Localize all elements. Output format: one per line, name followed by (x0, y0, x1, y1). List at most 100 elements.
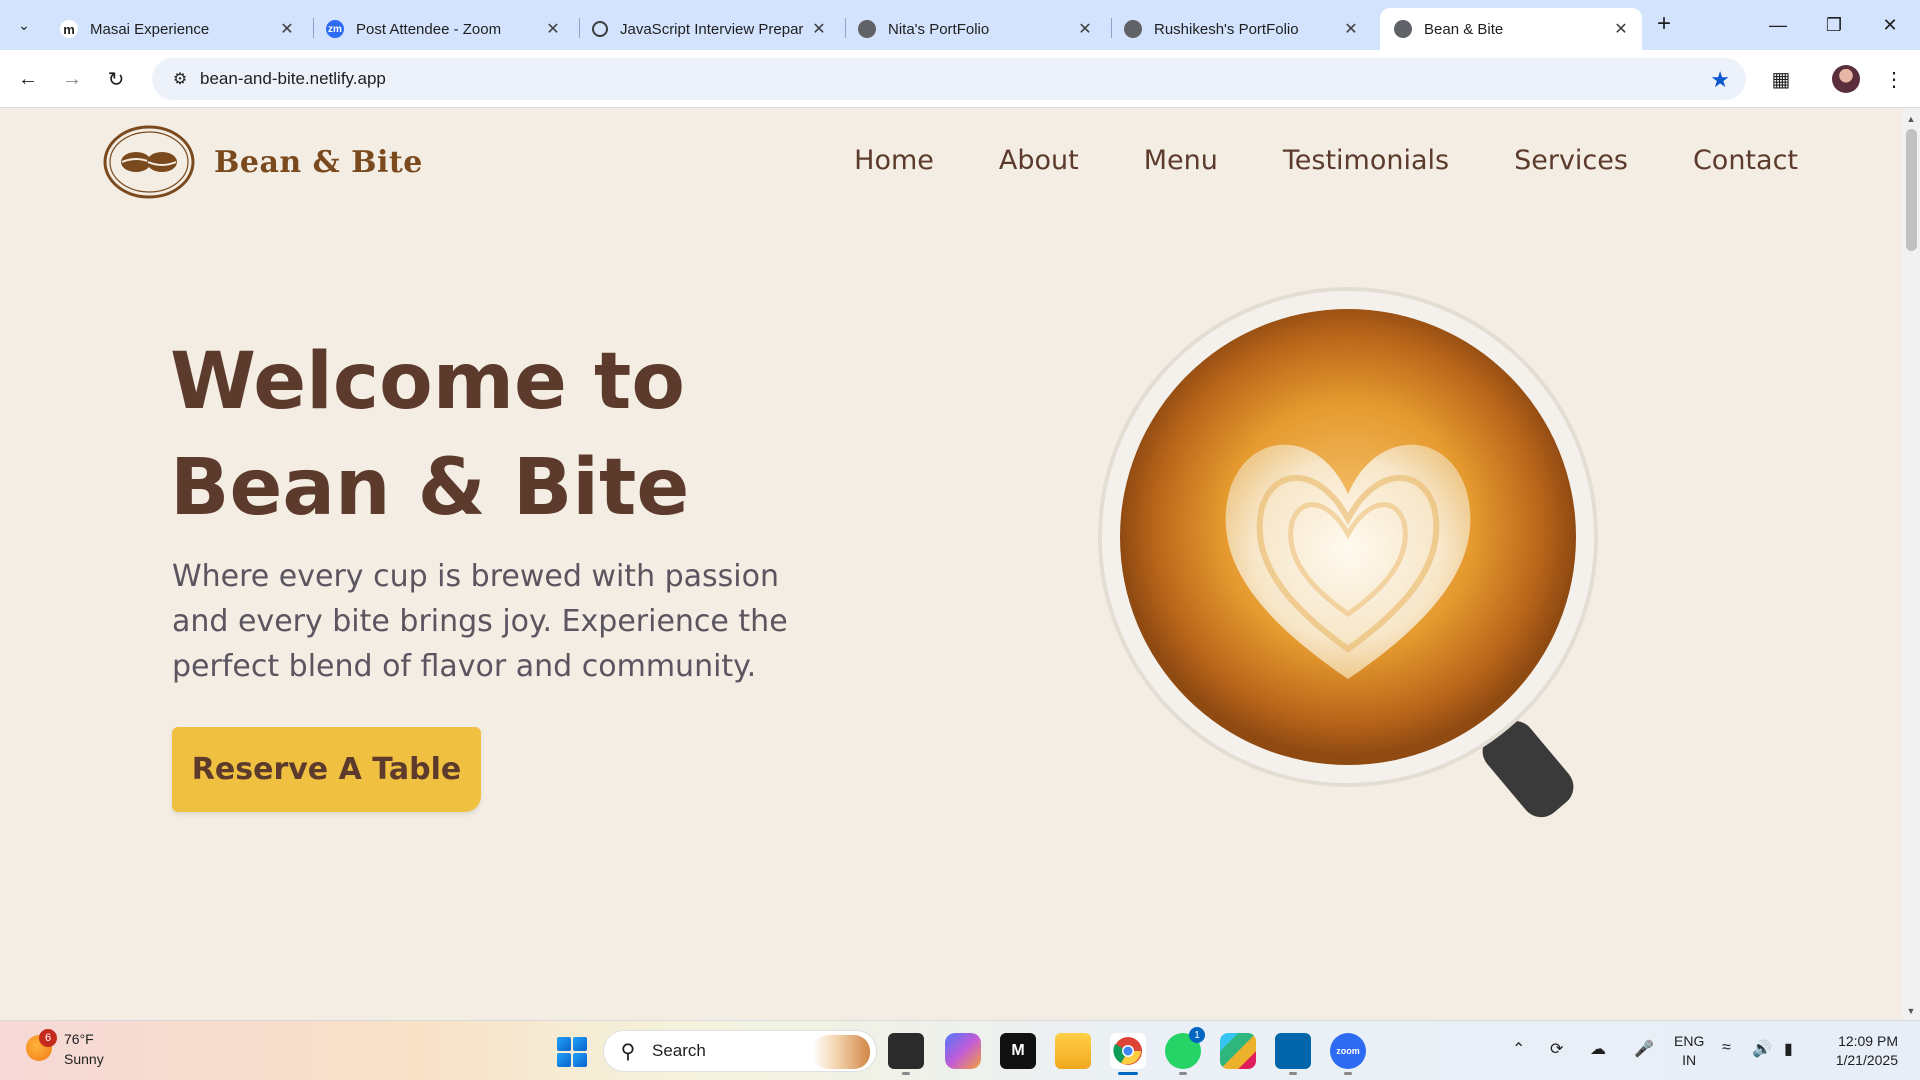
tab-javascript[interactable]: JavaScript Interview Prepar ✕ (578, 8, 840, 50)
folder-icon[interactable] (1055, 1033, 1091, 1069)
tab-title: Rushikesh's PortFolio (1154, 20, 1299, 38)
slack-icon[interactable] (1220, 1033, 1256, 1069)
more-vert-icon: ⋮ (1884, 68, 1904, 91)
scroll-up-arrow-icon[interactable]: ▲ (1902, 111, 1920, 127)
reload-icon: ↻ (107, 68, 125, 91)
weather-temp[interactable]: 76°F (64, 1031, 94, 1047)
web-page: Bean & Bite Home About Menu Testimonials… (0, 109, 1902, 1021)
tab-strip: ⌄ m Masai Experience ✕ zm Post Attendee … (0, 0, 1920, 50)
windows-logo-icon (557, 1037, 571, 1051)
volume-icon[interactable]: 🔊 (1752, 1039, 1772, 1059)
nav-menu[interactable]: Menu (1144, 145, 1218, 176)
sync-icon[interactable]: ⟳ (1550, 1039, 1563, 1059)
main-nav: Home About Menu Testimonials Services Co… (789, 145, 1798, 176)
address-bar[interactable]: ⚙ bean-and-bite.netlify.app ★ (152, 58, 1746, 100)
zoom-favicon-icon: zm (326, 20, 344, 38)
site-settings-icon[interactable]: ⚙ (160, 69, 200, 89)
zoom-icon[interactable]: zoom (1330, 1033, 1366, 1075)
weather-badge: 6 (39, 1029, 57, 1047)
windows-logo-icon (557, 1053, 571, 1067)
close-icon[interactable]: ✕ (1076, 20, 1094, 38)
tab-title: Bean & Bite (1424, 20, 1504, 38)
browser-toolbar: ← → ↻ ⚙ bean-and-bite.netlify.app ★ ▦ ⋮ (0, 50, 1920, 108)
wifi-icon[interactable]: ≈ (1722, 1039, 1731, 1057)
search-highlight-image (812, 1035, 870, 1069)
weather-condition[interactable]: Sunny (64, 1051, 104, 1067)
taskbar-search[interactable]: ⚲ Search (603, 1030, 877, 1072)
vscode-icon[interactable] (1275, 1033, 1311, 1075)
tab-bean-and-bite[interactable]: Bean & Bite ✕ (1380, 8, 1642, 50)
onedrive-cloud-icon[interactable]: ☁ (1590, 1039, 1606, 1059)
page-scrollbar[interactable]: ▲ ▼ (1902, 109, 1920, 1021)
windows-logo-icon (573, 1037, 587, 1051)
minimize-button[interactable]: — (1750, 0, 1806, 50)
openai-icon (592, 21, 608, 37)
clock-time: 12:09 PM (1838, 1033, 1898, 1049)
close-icon: ✕ (1882, 14, 1898, 35)
close-window-button[interactable]: ✕ (1862, 0, 1918, 50)
tab-masai[interactable]: m Masai Experience ✕ (46, 8, 308, 50)
nav-testimonials[interactable]: Testimonials (1283, 145, 1449, 176)
scroll-down-arrow-icon[interactable]: ▼ (1902, 1003, 1920, 1019)
tab-rushikesh-portfolio[interactable]: Rushikesh's PortFolio ✕ (1110, 8, 1372, 50)
clock-date: 1/21/2025 (1835, 1052, 1898, 1068)
brand-name[interactable]: Bean & Bite (214, 145, 423, 180)
windows-taskbar: 6 76°F Sunny ⚲ Search M 1 zoom ⌃ ⟳ ☁ 🎤 E… (0, 1020, 1920, 1080)
masai-favicon-icon: m (60, 20, 78, 38)
restore-button[interactable]: ❐ (1806, 0, 1862, 50)
new-tab-button[interactable]: + (1650, 10, 1678, 38)
url-text[interactable]: bean-and-bite.netlify.app (200, 69, 386, 89)
nav-services[interactable]: Services (1514, 145, 1628, 176)
plus-icon: + (1656, 10, 1671, 37)
masai-icon[interactable]: M (1000, 1033, 1036, 1069)
arrow-right-icon: → (62, 67, 82, 90)
minimize-icon: — (1769, 14, 1787, 35)
language-indicator[interactable]: ENG IN (1674, 1032, 1704, 1070)
close-icon[interactable]: ✕ (810, 20, 828, 38)
reload-button[interactable]: ↻ (100, 63, 132, 95)
bookmark-star-icon[interactable]: ★ (1710, 67, 1730, 93)
globe-icon (1124, 20, 1142, 38)
close-icon[interactable]: ✕ (1612, 20, 1630, 38)
hero-title: Welcome to Bean & Bite (170, 329, 870, 541)
chrome-icon[interactable] (1110, 1033, 1146, 1075)
start-button[interactable] (557, 1037, 587, 1067)
coffee-bean-logo-icon[interactable] (102, 124, 196, 200)
clock[interactable]: 12:09 PM 1/21/2025 (1836, 1032, 1898, 1070)
profile-button[interactable] (1830, 63, 1862, 95)
chevron-up-icon[interactable]: ⌃ (1512, 1039, 1525, 1059)
puzzle-icon: ▦ (1771, 68, 1791, 91)
tab-search-button[interactable]: ⌄ (8, 9, 40, 41)
copilot-icon[interactable] (945, 1033, 981, 1069)
tab-nita-portfolio[interactable]: Nita's PortFolio ✕ (844, 8, 1106, 50)
search-label: Search (652, 1041, 706, 1060)
close-icon[interactable]: ✕ (1342, 20, 1360, 38)
reserve-table-button[interactable]: Reserve A Table (172, 727, 481, 812)
forward-button[interactable]: → (56, 63, 88, 95)
close-icon[interactable]: ✕ (544, 20, 562, 38)
extensions-button[interactable]: ▦ (1765, 63, 1797, 95)
tab-zoom[interactable]: zm Post Attendee - Zoom ✕ (312, 8, 574, 50)
menu-button[interactable]: ⋮ (1878, 63, 1910, 95)
hero-title-line2: Bean & Bite (170, 443, 690, 533)
whatsapp-icon[interactable]: 1 (1165, 1027, 1205, 1075)
nav-contact[interactable]: Contact (1693, 145, 1798, 176)
close-icon[interactable]: ✕ (278, 20, 296, 38)
arrow-left-icon: ← (18, 67, 38, 90)
scroll-thumb[interactable] (1906, 129, 1917, 251)
globe-icon (1394, 20, 1412, 38)
hero-subtitle: Where every cup is brewed with passion a… (172, 559, 788, 684)
windows-logo-icon (573, 1053, 587, 1067)
search-icon: ⚲ (620, 1040, 636, 1063)
nav-about[interactable]: About (999, 145, 1079, 176)
back-button[interactable]: ← (12, 63, 44, 95)
globe-icon (858, 20, 876, 38)
microphone-icon[interactable]: 🎤 (1634, 1039, 1654, 1059)
tab-title: Nita's PortFolio (888, 20, 990, 38)
task-view-icon[interactable] (888, 1033, 924, 1075)
nav-home[interactable]: Home (854, 145, 934, 176)
battery-icon[interactable]: ▮ (1784, 1039, 1793, 1059)
restore-icon: ❐ (1825, 14, 1843, 35)
latte-cup-image (1098, 287, 1598, 818)
whatsapp-badge: 1 (1189, 1027, 1205, 1043)
